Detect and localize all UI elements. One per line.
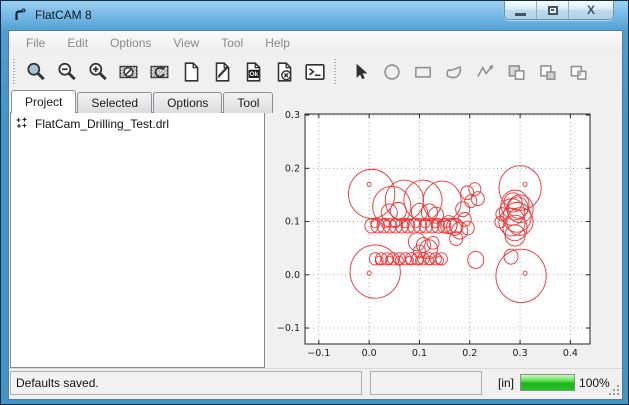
intersection-tool-button[interactable] — [564, 58, 591, 86]
select-pointer-icon — [350, 61, 372, 83]
ok-file-button[interactable]: Ok — [239, 58, 266, 86]
x-tick-label: 0.3 — [513, 348, 528, 359]
new-file-icon — [180, 61, 202, 83]
delete-file-button[interactable] — [270, 58, 297, 86]
resize-grip[interactable] — [608, 384, 620, 396]
zoom-in-button[interactable] — [84, 58, 111, 86]
progress-percent-label: 100% — [579, 376, 610, 390]
maximize-icon — [548, 6, 558, 15]
zoom-in-icon — [87, 61, 109, 83]
rectangle-tool-button[interactable] — [409, 58, 436, 86]
window-controls: X — [504, 1, 614, 20]
plot-canvas[interactable]: −0.1 0.0 0.1 0.2 0.3 0.4 −0.1 0.0 0.1 0.2 0.3 — [268, 92, 622, 370]
title-bar[interactable]: FlatCAM 8 X — [1, 1, 628, 30]
units-label: [in] — [498, 376, 514, 390]
tab-options[interactable]: Options — [153, 92, 222, 113]
menu-file[interactable]: File — [15, 33, 56, 53]
toolbar-drag-handle[interactable] — [12, 59, 17, 85]
new-file-button[interactable] — [177, 58, 204, 86]
menu-bar: FileEditOptionsViewToolHelp — [9, 31, 622, 54]
tree-item-label: FlatCam_Drilling_Test.drl — [35, 117, 169, 131]
status-bar: Defaults saved. [in] 100% — [9, 368, 622, 399]
zoom-fit-button[interactable] — [22, 58, 49, 86]
minimize-icon — [515, 13, 526, 16]
close-icon: X — [587, 4, 595, 16]
intersection-tool-icon — [567, 61, 589, 83]
clear-plot-icon — [118, 61, 140, 83]
union-tool-icon — [505, 61, 527, 83]
client-area: FileEditOptionsViewToolHelp Ok ProjectSe… — [8, 30, 623, 400]
tab-bar: ProjectSelectedOptionsTool — [11, 90, 274, 113]
tree-item[interactable]: FlatCam_Drilling_Test.drl — [11, 113, 264, 133]
x-tick-label: 0.4 — [563, 348, 578, 359]
svg-text:Ok: Ok — [249, 71, 258, 78]
menu-edit[interactable]: Edit — [56, 33, 99, 53]
edit-file-button[interactable] — [208, 58, 235, 86]
select-pointer-button[interactable] — [347, 58, 374, 86]
y-tick-label: 0.1 — [285, 217, 300, 228]
app-icon — [12, 7, 28, 23]
y-tick-label: 0.3 — [285, 110, 300, 121]
y-tick-label: 0.0 — [285, 270, 300, 281]
y-tick-label: 0.2 — [285, 163, 300, 174]
toolbar-group-main: Ok — [20, 54, 330, 90]
tab-selected[interactable]: Selected — [77, 92, 152, 113]
x-tick-label: 0.1 — [412, 348, 427, 359]
clear-plot-button[interactable] — [115, 58, 142, 86]
zoom-out-button[interactable] — [53, 58, 80, 86]
replot-button[interactable] — [146, 58, 173, 86]
difference-tool-icon — [536, 61, 558, 83]
axes-background — [305, 114, 590, 344]
menu-tool[interactable]: Tool — [210, 33, 254, 53]
status-message: Defaults saved. — [16, 376, 99, 390]
zoom-out-icon — [56, 61, 78, 83]
circle-tool-button[interactable] — [378, 58, 405, 86]
x-tick-label: −0.1 — [307, 348, 330, 359]
shell-icon — [304, 61, 326, 83]
replot-icon — [149, 61, 171, 83]
x-tick-label: 0.2 — [462, 348, 477, 359]
shell-button[interactable] — [301, 58, 328, 86]
path-tool-icon — [474, 61, 496, 83]
status-message-panel: Defaults saved. — [10, 371, 362, 395]
app-window: FlatCAM 8 X FileEditOptionsViewToolHelp … — [0, 0, 629, 405]
menu-help[interactable]: Help — [254, 33, 301, 53]
polygon-tool-button[interactable] — [440, 58, 467, 86]
x-tick-label: 0.0 — [362, 348, 377, 359]
polygon-tool-icon — [443, 61, 465, 83]
close-button[interactable]: X — [569, 1, 613, 19]
drill-marks-icon — [15, 117, 30, 131]
status-secondary-panel — [370, 371, 482, 395]
rectangle-tool-icon — [412, 61, 434, 83]
maximize-button[interactable] — [537, 1, 569, 19]
zoom-fit-icon — [25, 61, 47, 83]
edit-file-icon — [211, 61, 233, 83]
progress-bar — [520, 374, 575, 391]
window-title: FlatCAM 8 — [35, 8, 92, 22]
tab-project[interactable]: Project — [11, 90, 76, 113]
path-tool-button[interactable] — [471, 58, 498, 86]
delete-file-icon — [273, 61, 295, 83]
project-tree-panel[interactable]: FlatCam_Drilling_Test.drl — [10, 112, 265, 368]
plot-panel[interactable]: −0.1 0.0 0.1 0.2 0.3 0.4 −0.1 0.0 0.1 0.2 0.3 — [268, 92, 622, 370]
toolbar-group-edit — [345, 54, 593, 90]
y-tick-label: −0.1 — [277, 323, 300, 334]
menu-options[interactable]: Options — [99, 33, 162, 53]
menu-view[interactable]: View — [162, 33, 210, 53]
difference-tool-button[interactable] — [533, 58, 560, 86]
progress-fill — [521, 375, 574, 390]
minimize-button[interactable] — [505, 1, 537, 19]
union-tool-button[interactable] — [502, 58, 529, 86]
toolbar: Ok — [9, 54, 622, 90]
toolbar-drag-handle-2[interactable] — [333, 59, 338, 85]
circle-tool-icon — [381, 61, 403, 83]
ok-file-icon: Ok — [242, 61, 264, 83]
tab-tool[interactable]: Tool — [223, 92, 273, 113]
